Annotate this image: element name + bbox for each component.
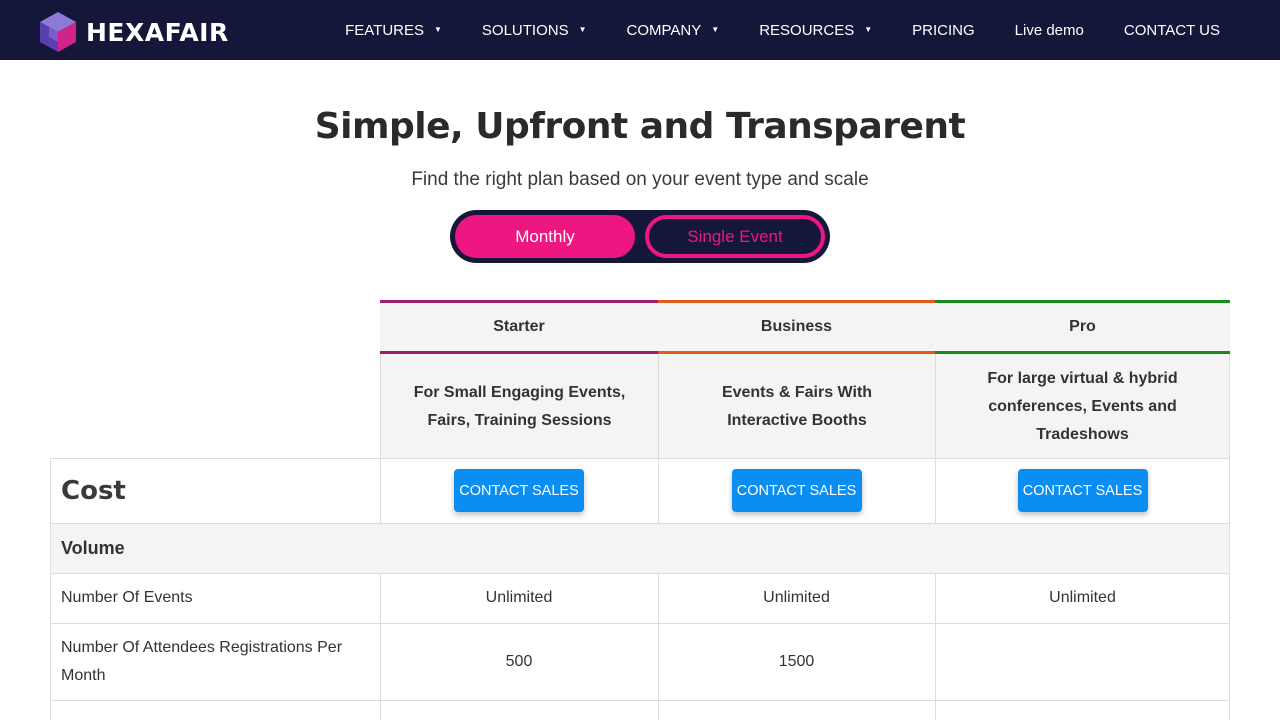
table-cell: CONTACT SALES	[935, 458, 1230, 523]
row-label-attendee-registrations: Number Of Attendees Registrations Per Mo…	[61, 638, 343, 684]
caret-down-icon: ▼	[864, 25, 873, 34]
table-cell: Unlimited	[1049, 589, 1116, 606]
table-cell: Unlimited	[763, 589, 830, 606]
nav-live-demo-label: Live demo	[1014, 21, 1084, 39]
monthly-toggle-button[interactable]: Monthly	[455, 215, 635, 258]
page-subtitle: Find the right plan based on your event …	[411, 169, 869, 190]
contact-sales-button-business[interactable]: CONTACT SALES	[731, 469, 862, 512]
table-cell: 1500	[778, 652, 815, 670]
brand-logo[interactable]: HEXAFAIR	[40, 12, 229, 52]
caret-down-icon: ▼	[578, 25, 587, 34]
table-cell: 500	[505, 652, 533, 670]
page-title: Simple, Upfront and Transparent	[314, 106, 966, 147]
nav-solutions-label: SOLUTIONS	[481, 21, 569, 39]
plan-description-starter: For Small Engaging Events, Fairs, Traini…	[380, 354, 658, 459]
table-cell: CONTACT SALES	[380, 458, 658, 523]
main-menu: FEATURES ▼ SOLUTIONS ▼ COMPANY ▼ RESOURCES ▼…	[305, 0, 1220, 60]
nav-contact-us-label: CONTACT US	[1123, 21, 1220, 39]
nav-resources[interactable]: RESOURCES ▼	[759, 22, 872, 39]
plan-description-business: Events & Fairs With Interactive Booths	[658, 354, 935, 459]
nav-pricing[interactable]: PRICING	[912, 22, 975, 39]
nav-company[interactable]: COMPANY ▼	[627, 22, 720, 39]
row-label-number-of-events: Number Of Events	[61, 589, 193, 606]
volume-section-label: Volume	[61, 537, 125, 558]
table-cell	[935, 623, 1230, 700]
plan-header-starter: Starter	[380, 300, 658, 354]
nav-company-label: COMPANY	[626, 21, 702, 39]
nav-resources-label: RESOURCES	[759, 21, 855, 39]
contact-sales-button-starter[interactable]: CONTACT SALES	[454, 469, 584, 512]
nav-features-label: FEATURES	[345, 21, 424, 39]
cost-row-label: Cost	[61, 475, 126, 506]
nav-solutions[interactable]: SOLUTIONS ▼	[482, 22, 587, 39]
nav-features[interactable]: FEATURES ▼	[345, 22, 442, 39]
table-cell: CONTACT SALES	[658, 458, 935, 523]
nav-live-demo[interactable]: Live demo	[1015, 22, 1084, 39]
billing-toggle: Monthly Single Event	[450, 210, 830, 263]
plan-header-business: Business	[658, 300, 935, 354]
brand-name: HEXAFAIR	[86, 17, 229, 47]
plan-description-pro: For large virtual & hybrid conferences, …	[935, 354, 1230, 459]
top-navigation-bar: HEXAFAIR FEATURES ▼ SOLUTIONS ▼ COMPANY ▼ R…	[0, 0, 1280, 60]
nav-pricing-label: PRICING	[912, 21, 975, 39]
table-cell: Unlimited	[485, 589, 553, 606]
hexagon-cube-icon	[40, 12, 76, 52]
table-row-divider	[50, 700, 1230, 701]
caret-down-icon: ▼	[711, 25, 720, 34]
contact-sales-button-pro[interactable]: CONTACT SALES	[1017, 469, 1148, 512]
nav-contact-us[interactable]: CONTACT US	[1124, 22, 1220, 39]
single-event-toggle-button[interactable]: Single Event	[645, 215, 825, 258]
plan-header-pro: Pro	[935, 300, 1230, 354]
caret-down-icon: ▼	[434, 25, 442, 34]
